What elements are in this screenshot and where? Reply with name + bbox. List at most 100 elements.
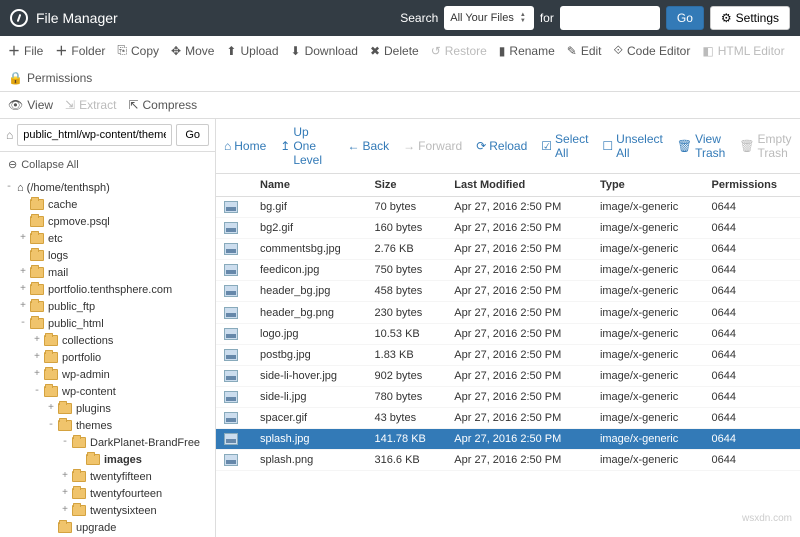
html-editor-button[interactable]: ◧HTML Editor bbox=[702, 44, 784, 58]
col-type[interactable]: Type bbox=[592, 174, 704, 197]
tree-item[interactable]: +twentysixteen bbox=[0, 502, 215, 519]
tree-item[interactable]: +public_ftp bbox=[0, 298, 215, 315]
cell-size: 230 bytes bbox=[367, 302, 447, 323]
nav-unselect-all[interactable]: ☐Unselect All bbox=[602, 132, 662, 160]
col-permissions[interactable]: Permissions bbox=[704, 174, 800, 197]
compress-button[interactable]: ⇱Compress bbox=[128, 98, 197, 112]
search-scope-select[interactable]: All Your Files bbox=[444, 6, 534, 30]
upload-button[interactable]: ⬆Upload bbox=[226, 44, 278, 58]
restore-button[interactable]: ↺Restore bbox=[431, 44, 487, 58]
expander-icon[interactable]: + bbox=[60, 471, 70, 482]
expander-icon[interactable]: - bbox=[18, 318, 28, 329]
tree-item[interactable]: -themes bbox=[0, 417, 215, 434]
move-button[interactable]: ✥Move bbox=[171, 44, 214, 58]
expander-icon[interactable]: - bbox=[46, 420, 56, 431]
table-row[interactable]: postbg.jpg1.83 KBApr 27, 2016 2:50 PMima… bbox=[216, 344, 800, 365]
extract-button[interactable]: ⇲Extract bbox=[65, 98, 116, 112]
nav-view-trash[interactable]: 🗑View Trash bbox=[677, 132, 725, 160]
file-table-wrap[interactable]: Name Size Last Modified Type Permissions… bbox=[216, 174, 800, 537]
image-file-icon bbox=[224, 285, 238, 297]
nav-reload[interactable]: ⟳Reload bbox=[476, 139, 527, 153]
cell-modified: Apr 27, 2016 2:50 PM bbox=[446, 344, 592, 365]
path-input[interactable] bbox=[17, 124, 172, 146]
collapse-all[interactable]: ⊖Collapse All bbox=[0, 152, 215, 177]
cell-modified: Apr 27, 2016 2:50 PM bbox=[446, 302, 592, 323]
nav-up[interactable]: ↥Up One Level bbox=[280, 125, 333, 167]
expander-icon[interactable]: + bbox=[60, 488, 70, 499]
expander-icon[interactable]: + bbox=[32, 352, 42, 363]
table-row[interactable]: side-li.jpg780 bytesApr 27, 2016 2:50 PM… bbox=[216, 386, 800, 407]
tree-item[interactable]: +portfolio.tenthsphere.com bbox=[0, 281, 215, 298]
tree-item[interactable]: - wp-content bbox=[0, 383, 215, 400]
tree-item[interactable]: -DarkPlanet-BrandFree bbox=[0, 434, 215, 451]
tree-item[interactable]: +plugins bbox=[0, 400, 215, 417]
image-file-icon bbox=[224, 222, 238, 234]
tree-item[interactable]: -public_html bbox=[0, 315, 215, 332]
expander-icon[interactable]: + bbox=[18, 233, 28, 244]
table-row[interactable]: spacer.gif43 bytesApr 27, 2016 2:50 PMim… bbox=[216, 407, 800, 428]
table-row[interactable]: splash.jpg141.78 KBApr 27, 2016 2:50 PMi… bbox=[216, 429, 800, 450]
view-button[interactable]: 👁View bbox=[8, 98, 53, 112]
table-row[interactable]: header_bg.jpg458 bytesApr 27, 2016 2:50 … bbox=[216, 281, 800, 302]
path-go-button[interactable]: Go bbox=[176, 124, 209, 146]
table-row[interactable]: splash.png316.6 KBApr 27, 2016 2:50 PMim… bbox=[216, 450, 800, 471]
tree-item[interactable]: +collections bbox=[0, 332, 215, 349]
tree-item[interactable]: cpmove.psql bbox=[0, 213, 215, 230]
settings-button[interactable]: ⚙Settings bbox=[710, 6, 790, 30]
tree-root[interactable]: - ⌂ (/home/tenthsph) bbox=[0, 179, 215, 196]
folder-icon bbox=[30, 301, 44, 312]
col-modified[interactable]: Last Modified bbox=[446, 174, 592, 197]
tree-item[interactable]: logs bbox=[0, 247, 215, 264]
edit-button[interactable]: ✎Edit bbox=[567, 44, 602, 58]
cell-name: splash.jpg bbox=[252, 429, 367, 450]
tree-item[interactable]: images bbox=[0, 451, 215, 468]
table-row[interactable]: feedicon.jpg750 bytesApr 27, 2016 2:50 P… bbox=[216, 260, 800, 281]
expander-icon[interactable]: + bbox=[32, 369, 42, 380]
tree-item-label: wp-content bbox=[62, 386, 116, 398]
nav-forward[interactable]: →Forward bbox=[403, 139, 462, 153]
folder-button[interactable]: ＋Folder bbox=[55, 42, 105, 59]
tree-item[interactable]: +portfolio bbox=[0, 349, 215, 366]
col-name[interactable]: Name bbox=[252, 174, 367, 197]
download-button[interactable]: ⬇Download bbox=[291, 44, 358, 58]
tree-item[interactable]: +mail bbox=[0, 264, 215, 281]
table-row[interactable]: header_bg.png230 bytesApr 27, 2016 2:50 … bbox=[216, 302, 800, 323]
expander-icon[interactable]: - bbox=[4, 182, 14, 193]
tree-item[interactable]: +twentyfifteen bbox=[0, 468, 215, 485]
tree-item[interactable]: +twentyfourteen bbox=[0, 485, 215, 502]
table-row[interactable]: side-li-hover.jpg902 bytesApr 27, 2016 2… bbox=[216, 365, 800, 386]
expander-icon[interactable]: + bbox=[46, 403, 56, 414]
expander-icon[interactable]: + bbox=[18, 301, 28, 312]
nav-empty-trash[interactable]: 🗑Empty Trash bbox=[739, 132, 792, 160]
file-button[interactable]: ＋File bbox=[8, 42, 43, 59]
cell-permissions: 0644 bbox=[704, 450, 800, 471]
expander-icon[interactable]: - bbox=[32, 386, 42, 397]
col-size[interactable]: Size bbox=[367, 174, 447, 197]
nav-select-all[interactable]: ☑Select All bbox=[541, 132, 588, 160]
tree-item[interactable]: +wp-admin bbox=[0, 366, 215, 383]
cell-permissions: 0644 bbox=[704, 260, 800, 281]
code-editor-button[interactable]: ⟐Code Editor bbox=[614, 43, 691, 58]
cell-modified: Apr 27, 2016 2:50 PM bbox=[446, 450, 592, 471]
table-row[interactable]: bg.gif70 bytesApr 27, 2016 2:50 PMimage/… bbox=[216, 197, 800, 218]
table-row[interactable]: bg2.gif160 bytesApr 27, 2016 2:50 PMimag… bbox=[216, 218, 800, 239]
trash-icon: 🗑 bbox=[739, 139, 754, 153]
expander-icon[interactable]: + bbox=[60, 505, 70, 516]
tree-item[interactable]: cache bbox=[0, 196, 215, 213]
search-input[interactable] bbox=[560, 6, 660, 30]
table-row[interactable]: commentsbg.jpg2.76 KBApr 27, 2016 2:50 P… bbox=[216, 239, 800, 260]
expander-icon[interactable]: + bbox=[18, 284, 28, 295]
nav-back[interactable]: ←Back bbox=[347, 139, 389, 153]
expander-icon[interactable]: + bbox=[32, 335, 42, 346]
table-row[interactable]: logo.jpg10.53 KBApr 27, 2016 2:50 PMimag… bbox=[216, 323, 800, 344]
expander-icon[interactable]: + bbox=[18, 267, 28, 278]
tree-item[interactable]: +etc bbox=[0, 230, 215, 247]
home-icon[interactable]: ⌂ bbox=[6, 128, 13, 142]
nav-home[interactable]: ⌂Home bbox=[224, 139, 266, 153]
permissions-button[interactable]: 🔒Permissions bbox=[8, 71, 92, 85]
expander-icon[interactable]: - bbox=[60, 437, 70, 448]
delete-button[interactable]: ✖Delete bbox=[370, 44, 419, 58]
copy-button[interactable]: ⎘Copy bbox=[117, 43, 159, 58]
rename-button[interactable]: ▮Rename bbox=[499, 44, 555, 58]
go-button[interactable]: Go bbox=[666, 6, 704, 30]
